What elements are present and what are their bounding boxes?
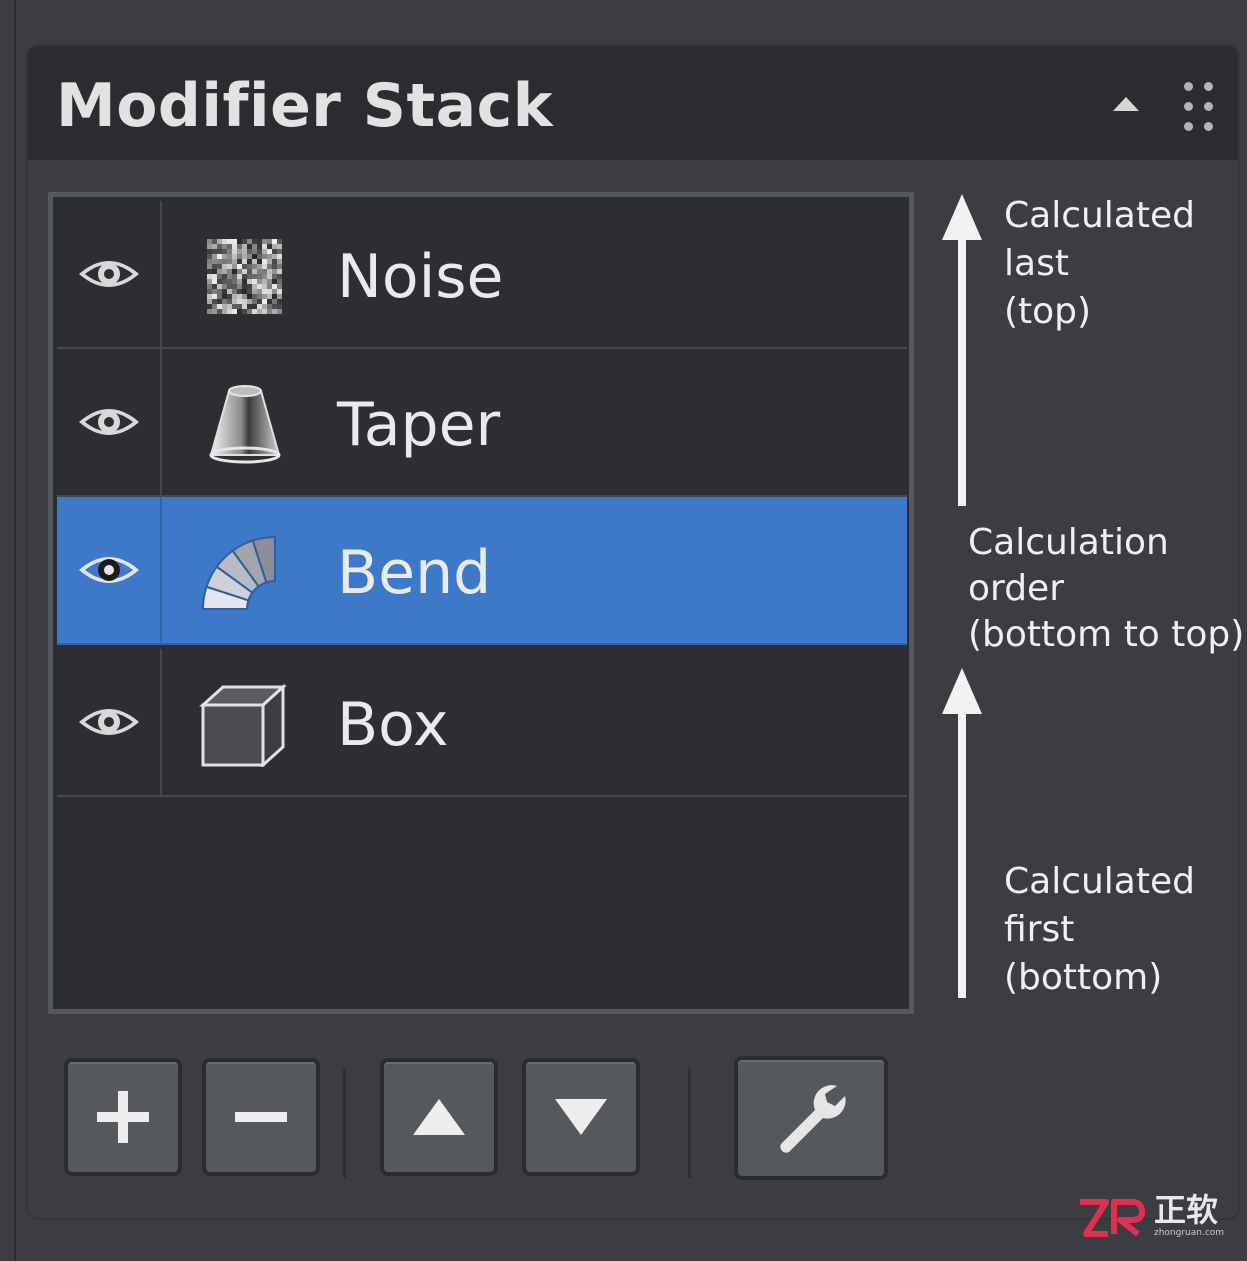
visibility-toggle[interactable] xyxy=(57,201,162,347)
grip-dot xyxy=(1184,82,1193,91)
watermark-logo-icon xyxy=(1080,1199,1145,1237)
watermark-url: zhongruan.com xyxy=(1154,1228,1225,1238)
visibility-toggle[interactable] xyxy=(57,497,162,643)
toolbar-separator xyxy=(688,1068,691,1178)
window-edge xyxy=(14,0,16,1261)
bend-icon xyxy=(201,535,276,610)
modifier-stack-list[interactable]: Noise Taper Bend Box xyxy=(48,192,914,1014)
wrench-icon xyxy=(780,1085,846,1153)
remove-modifier-button[interactable] xyxy=(202,1058,320,1176)
stack-item-bend[interactable]: Bend xyxy=(57,497,907,645)
note-calculated-first: Calculated first (bottom) xyxy=(1004,861,1195,998)
stack-item-label: Box xyxy=(337,690,449,760)
note-calculation-order: Calculation order (bottom to top) xyxy=(968,522,1245,655)
taper-icon xyxy=(209,385,281,464)
triangle-up-icon xyxy=(1113,97,1139,111)
minus-icon xyxy=(235,1112,287,1122)
move-up-button[interactable] xyxy=(380,1058,498,1176)
box-icon xyxy=(199,683,287,767)
stack-item-box[interactable]: Box xyxy=(57,649,907,797)
move-down-button[interactable] xyxy=(522,1058,640,1176)
grip-dot xyxy=(1184,102,1193,111)
panel-title: Modifier Stack xyxy=(56,71,554,141)
note-calculated-last: Calculated last (top) xyxy=(1004,195,1195,332)
modifier-stack-screen: Modifier Stack Noise Taper Bend Box Calc… xyxy=(0,0,1247,1261)
eye-icon xyxy=(78,261,139,287)
grip-dot xyxy=(1204,82,1213,91)
stack-item-noise[interactable]: Noise xyxy=(57,201,907,349)
stack-item-label: Bend xyxy=(337,538,492,608)
triangle-down-icon xyxy=(555,1099,607,1135)
drag-grip[interactable] xyxy=(1178,78,1220,134)
grip-dot xyxy=(1204,122,1213,131)
add-modifier-button[interactable] xyxy=(64,1058,182,1176)
stack-item-taper[interactable]: Taper xyxy=(57,349,907,497)
toolbar-separator xyxy=(343,1068,346,1178)
plus-icon xyxy=(97,1091,149,1143)
visibility-toggle[interactable] xyxy=(57,649,162,795)
eye-icon xyxy=(78,709,139,735)
grip-dot xyxy=(1184,122,1193,131)
collapse-button[interactable] xyxy=(1106,88,1146,120)
triangle-up-icon xyxy=(413,1099,465,1135)
stack-item-label: Taper xyxy=(337,390,501,460)
noise-icon xyxy=(207,239,282,314)
watermark: 正软 zhongruan.com xyxy=(1076,1192,1236,1244)
visibility-toggle[interactable] xyxy=(57,349,162,495)
eye-icon xyxy=(78,557,139,583)
watermark-text: 正软 xyxy=(1154,1191,1219,1229)
stack-item-label: Noise xyxy=(337,242,504,312)
grip-dot xyxy=(1204,102,1213,111)
settings-button[interactable] xyxy=(734,1056,888,1180)
eye-icon xyxy=(78,409,139,435)
